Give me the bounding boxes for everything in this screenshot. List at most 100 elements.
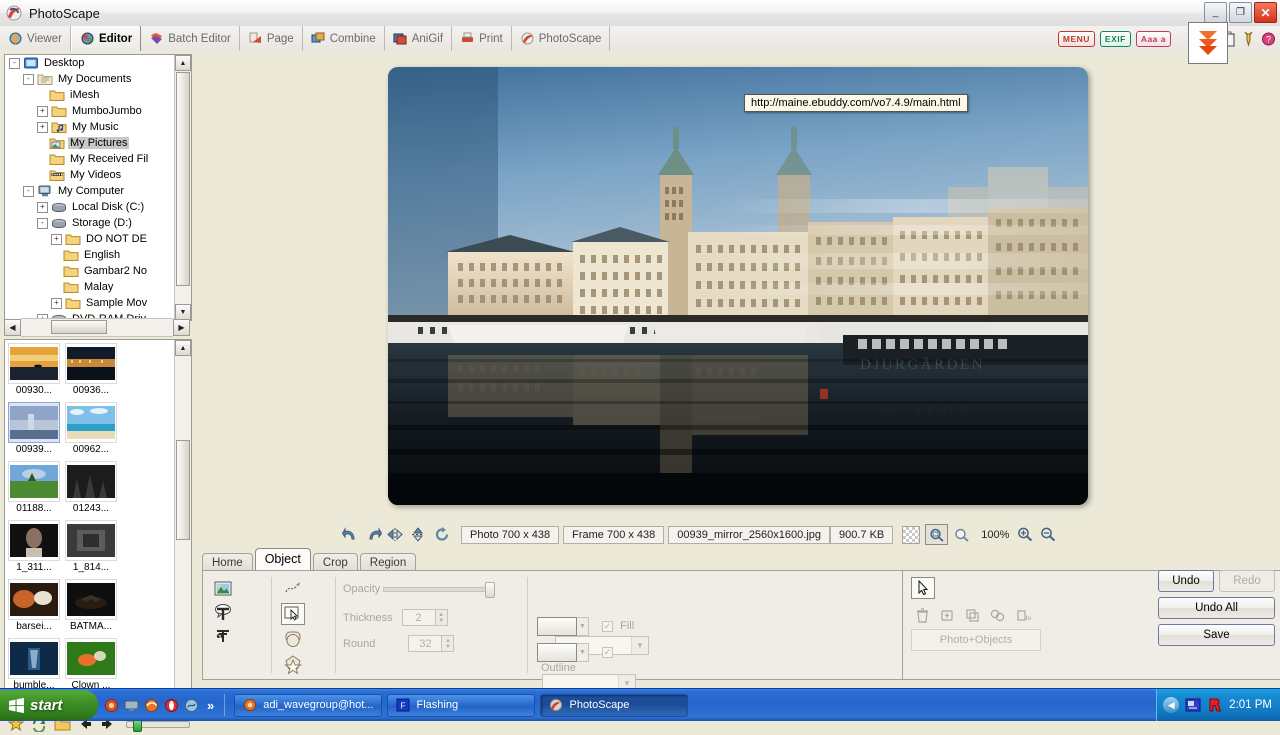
desktop-quick-icon[interactable] [124, 698, 139, 713]
thumbnail-image[interactable] [8, 638, 60, 679]
close-button[interactable]: ✕ [1254, 2, 1277, 23]
freehand-icon[interactable] [281, 577, 305, 599]
outline-color-button[interactable] [537, 643, 577, 662]
save-button[interactable]: Save [1158, 624, 1275, 646]
thumbnail-image[interactable] [65, 343, 117, 384]
fill-color-button[interactable] [537, 617, 577, 636]
tree-horizontal-scrollbar[interactable]: ◀ ▶ [4, 318, 190, 337]
thumbnail-item[interactable]: 01243... [64, 461, 118, 514]
round-stepper[interactable]: ▲ ▼ [442, 635, 455, 652]
thumbnail-browser[interactable]: 00930... 00936... 00939... 00962... 01188...… [4, 339, 192, 711]
delete-object-icon[interactable] [911, 605, 933, 625]
tab-batch-editor[interactable]: Batch Editor [141, 26, 240, 51]
tree-expander[interactable]: + [37, 201, 48, 213]
tree-item-mumbojumbo[interactable]: + MumboJumbo [5, 103, 173, 119]
tree-item-do-not-de[interactable]: + DO NOT DE [5, 231, 173, 247]
tree-hscroll-thumb[interactable] [51, 320, 107, 334]
thumbnail-scroll-thumb[interactable] [176, 440, 190, 540]
tree-item-my-documents[interactable]: - My Documents [5, 71, 173, 87]
tree-item-malay[interactable]: Malay [5, 279, 173, 295]
tree-item-local-disk-c[interactable]: + Local Disk (C:) [5, 199, 173, 215]
taskbar-window-flashing[interactable]: F Flashing [387, 693, 536, 717]
rename-badge[interactable]: Aаа а [1135, 30, 1171, 47]
star-icon[interactable] [281, 655, 305, 677]
tree-scroll-thumb[interactable] [176, 72, 190, 286]
thumbnail-size-slider[interactable] [126, 717, 190, 732]
tree-expander[interactable]: - [9, 57, 20, 69]
taskbar-window-firefox[interactable]: adi_wavegroup@hot... [234, 693, 383, 717]
thumbnail-image[interactable] [65, 402, 117, 443]
thumbnail-vertical-scrollbar[interactable]: ▲ ▼ [174, 340, 191, 710]
thumbnail-item[interactable]: 1_814... [64, 520, 118, 573]
tab-anigif[interactable]: AniGif [385, 26, 453, 51]
group-object-icon[interactable] [986, 605, 1008, 625]
quote-icon[interactable]: “ [211, 629, 235, 651]
photo-plus-objects-button[interactable]: Photo+Objects [911, 629, 1041, 651]
network-icon[interactable] [1185, 697, 1201, 713]
thumbnail-image[interactable] [8, 343, 60, 384]
fill-checkbox[interactable]: ✓ [602, 621, 614, 632]
tree-item-imesh[interactable]: iMesh [5, 87, 173, 103]
actual-size-icon[interactable] [950, 524, 973, 545]
tree-expander[interactable]: + [51, 297, 62, 309]
tree-item-my-pictures[interactable]: My Pictures [5, 135, 173, 151]
zoom-in-icon[interactable] [1015, 526, 1035, 544]
text-tool-icon[interactable] [211, 603, 235, 625]
media-quick-icon[interactable] [184, 698, 199, 713]
tree-expander[interactable]: - [23, 185, 34, 197]
thumbnail-item[interactable]: 1_311... [7, 520, 61, 573]
tab-page[interactable]: Page [240, 26, 303, 51]
outline-checkbox[interactable]: ✓ [602, 647, 614, 658]
tree-item-sample-mov[interactable]: + Sample Mov [5, 295, 173, 311]
thumbnail-image[interactable] [65, 461, 117, 502]
maximize-button[interactable]: ❐ [1229, 2, 1252, 23]
thumbnail-image[interactable] [65, 638, 117, 679]
tree-item-english[interactable]: English [5, 247, 173, 263]
fill-color-dropdown-icon[interactable]: ▼ [577, 617, 589, 636]
undo-button[interactable]: Undo [1158, 570, 1214, 592]
round-input[interactable]: 32 [408, 635, 443, 652]
tree-item-gambar2-no[interactable]: Gambar2 No [5, 263, 173, 279]
folder-tree[interactable]: - Desktop - My Documents iMesh + MumboJumbo + My… [4, 54, 192, 321]
tree-item-my-music[interactable]: + My Music [5, 119, 173, 135]
tree-vertical-scrollbar[interactable]: ▲ ▼ [174, 55, 191, 320]
zoom-out-icon[interactable] [1038, 526, 1058, 544]
thumbnail-image[interactable] [8, 402, 60, 443]
thumbnail-item[interactable]: Clown ... [64, 638, 118, 691]
undo-arrow-icon[interactable] [340, 526, 360, 544]
redo-arrow-icon[interactable] [363, 526, 383, 544]
tree-scroll-down-button[interactable]: ▼ [175, 304, 191, 320]
thickness-stepper[interactable]: ▲ ▼ [435, 609, 448, 626]
duplicate-object-icon[interactable] [936, 605, 958, 625]
tree-item-desktop[interactable]: - Desktop [5, 55, 173, 71]
tree-expander[interactable]: + [37, 121, 48, 133]
thumbnail-scroll-up-button[interactable]: ▲ [175, 340, 191, 356]
tab-combine[interactable]: Combine [303, 26, 385, 51]
opacity-slider-knob[interactable] [485, 581, 496, 598]
minimize-button[interactable]: _ [1204, 2, 1227, 23]
tree-scroll-up-button[interactable]: ▲ [175, 55, 191, 71]
thumbnail-item[interactable]: 01188... [7, 461, 61, 514]
tree-expander[interactable]: + [51, 233, 62, 245]
thumbnail-item[interactable]: 00936... [64, 343, 118, 396]
thumbnail-image[interactable] [8, 461, 60, 502]
tab-viewer[interactable]: Viewer [0, 26, 71, 51]
lock-object-icon[interactable]: be [1011, 605, 1033, 625]
thumbnail-item[interactable]: BATMA... [64, 579, 118, 632]
taskbar-window-photoscape[interactable]: PhotoScape [540, 693, 689, 717]
rectangle-pointer-icon[interactable] [281, 603, 305, 625]
arrow-select-icon[interactable] [911, 577, 935, 599]
firefox-quick-icon[interactable] [104, 698, 119, 713]
thumbnail-item[interactable]: 00962... [64, 402, 118, 455]
menu-badge[interactable]: MENU [1057, 30, 1095, 47]
exif-badge[interactable]: EXIF [1099, 30, 1131, 47]
redo-button[interactable]: Redo [1219, 570, 1275, 592]
start-button[interactable]: start [0, 690, 98, 720]
tab-photoscape[interactable]: PhotoScape [512, 26, 611, 51]
fit-to-window-icon[interactable] [925, 524, 949, 545]
tree-scroll-right-button[interactable]: ▶ [173, 319, 190, 336]
thumbnail-image[interactable] [65, 520, 117, 561]
undo-all-button[interactable]: Undo All [1158, 597, 1275, 619]
checkerboard-swatch[interactable] [902, 525, 921, 544]
flip-vertical-icon[interactable] [409, 526, 429, 544]
